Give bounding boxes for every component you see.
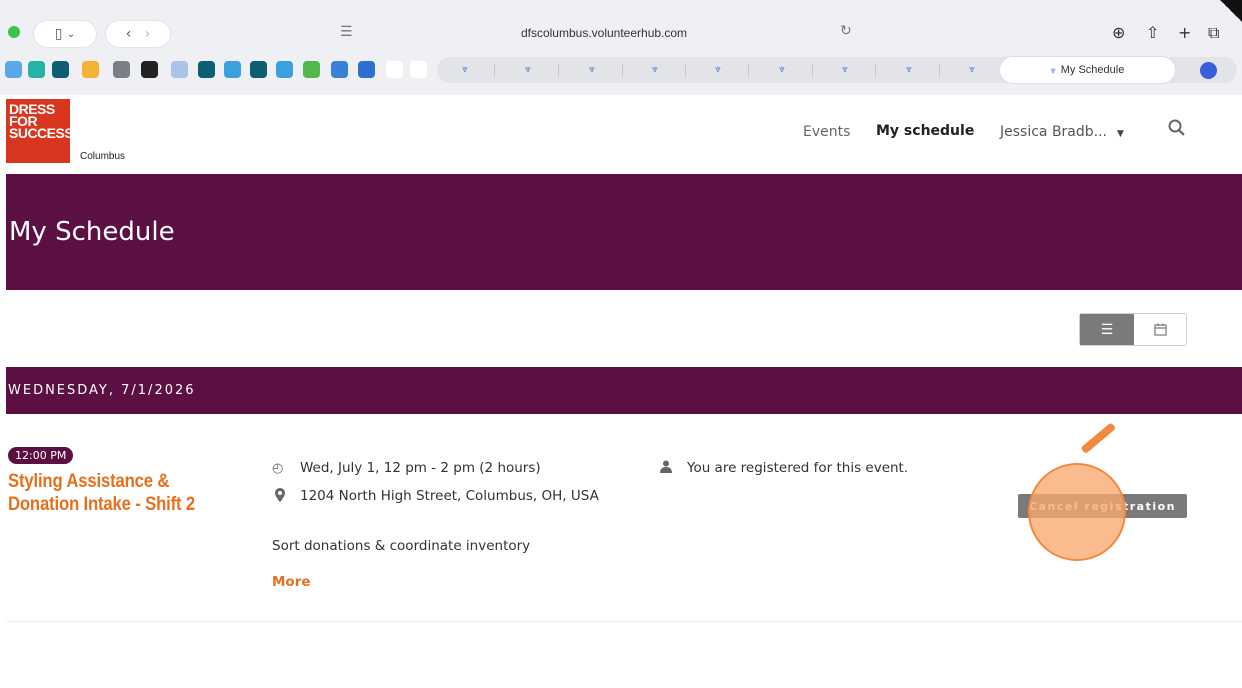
logo-line: SUCCESS (9, 125, 74, 141)
event-divider (6, 621, 1242, 622)
click-highlight (1028, 463, 1126, 561)
calendar-icon (1153, 323, 1167, 336)
share-icon[interactable]: ⇧ (1146, 23, 1159, 42)
nav-my-schedule-link[interactable]: My schedule (876, 123, 974, 139)
favorite-icon[interactable] (198, 61, 215, 78)
reload-icon[interactable]: ↻ (840, 23, 852, 39)
tab-separator (939, 64, 940, 77)
forward-icon[interactable]: › (145, 26, 151, 42)
tabs-overview-icon[interactable]: ⧉ (1208, 23, 1219, 43)
registration-status: You are registered for this event. (687, 460, 909, 476)
user-menu[interactable]: Jessica Bradb... (1000, 124, 1107, 140)
favorite-icon[interactable] (410, 61, 427, 78)
caret-down-icon[interactable]: ▼ (1117, 129, 1124, 139)
tab-separator (748, 64, 749, 77)
search-icon[interactable] (1168, 119, 1185, 141)
sidebar-icon: ▯ (54, 26, 63, 42)
favorite-icon[interactable] (52, 61, 69, 78)
back-icon[interactable]: ‹ (126, 26, 132, 42)
tab-favicon[interactable]: ⩔ (837, 64, 853, 76)
tab-active[interactable]: ⩔ My Schedule (1000, 57, 1175, 83)
browser-toolbar: ▯ ⌄ ‹ › ☰ dfscolumbus.volunteerhub.com ↻… (0, 8, 1242, 54)
browser-chrome: ▯ ⌄ ‹ › ☰ dfscolumbus.volunteerhub.com ↻… (0, 0, 1242, 95)
tab-label: My Schedule (1060, 64, 1125, 76)
favorite-icon[interactable] (171, 61, 188, 78)
favorite-icon[interactable] (303, 61, 320, 78)
tab-separator (685, 64, 686, 77)
logo-subtitle: Columbus (80, 151, 126, 162)
favorite-icon[interactable] (331, 61, 348, 78)
user-icon (660, 460, 672, 477)
favorite-icon[interactable] (113, 61, 130, 78)
event-datetime: Wed, July 1, 12 pm - 2 pm (2 hours) (300, 460, 541, 476)
favorite-icon[interactable] (141, 61, 158, 78)
tab-separator (494, 64, 495, 77)
favorite-icon[interactable] (5, 61, 22, 78)
date-heading-bar: WEDNESDAY, 7/1/2026 (6, 367, 1242, 414)
event-description: Sort donations & coordinate inventory (272, 538, 531, 554)
page-title: My Schedule (9, 217, 175, 247)
list-icon: ☰ (1100, 321, 1114, 338)
tab-separator (622, 64, 623, 77)
favorite-icon[interactable] (250, 61, 267, 78)
date-heading: WEDNESDAY, 7/1/2026 (8, 383, 196, 398)
tab-separator (812, 64, 813, 77)
favorite-icon[interactable] (276, 61, 293, 78)
url-text: dfscolumbus.volunteerhub.com (520, 26, 688, 40)
event-location: 1204 North High Street, Columbus, OH, US… (300, 488, 599, 504)
tab-favicon[interactable]: ⩔ (774, 64, 790, 76)
tab-favicon[interactable]: ⩔ (520, 64, 536, 76)
volunteerhub-icon: ⩔ (1050, 64, 1056, 75)
view-toggle: ☰ (1079, 313, 1187, 346)
event-title-link[interactable]: Styling Assistance & Donation Intake - S… (8, 470, 224, 516)
sidebar-toggle-button[interactable]: ▯ ⌄ (34, 21, 96, 47)
favorite-icon[interactable] (224, 61, 241, 78)
window-zoom-button[interactable] (8, 26, 20, 38)
favorite-icon[interactable] (358, 61, 375, 78)
page-banner: My Schedule (6, 174, 1242, 290)
tab-favicon[interactable]: ⩔ (710, 64, 726, 76)
tab-favicon[interactable]: ⩔ (457, 64, 473, 76)
chevron-down-icon: ⌄ (66, 28, 76, 40)
calendar-view-button[interactable] (1134, 314, 1186, 345)
favorite-icon[interactable] (82, 61, 99, 78)
download-icon[interactable]: ⊕ (1112, 23, 1125, 42)
favorite-icon[interactable] (28, 61, 45, 78)
history-nav: ‹ › (106, 21, 170, 47)
tab-favicon[interactable]: ⩔ (901, 64, 917, 76)
tab-separator (558, 64, 559, 77)
tab-favicon[interactable]: ⩔ (647, 64, 663, 76)
dress-for-success-logo[interactable]: DRESS FOR SUCCESS (6, 99, 74, 163)
tab-favicon[interactable]: ⩔ (584, 64, 600, 76)
site-header: DRESS FOR SUCCESS Columbus Events My sch… (0, 95, 1242, 174)
more-link[interactable]: More (272, 574, 311, 590)
tab-separator (875, 64, 876, 77)
tab-favicon[interactable]: ⩔ (964, 64, 980, 76)
map-pin-icon (275, 488, 285, 506)
favorite-icon[interactable] (1200, 62, 1217, 79)
event-time-badge: 12:00 PM (8, 447, 74, 464)
pointer-arrow-icon (1080, 422, 1117, 455)
new-tab-icon[interactable]: + (1178, 23, 1191, 42)
address-bar[interactable]: dfscolumbus.volunteerhub.com (330, 19, 878, 47)
nav-events-link[interactable]: Events (803, 124, 850, 140)
favorite-icon[interactable] (386, 61, 403, 78)
list-view-button[interactable]: ☰ (1080, 314, 1134, 345)
clock-icon: ◴ (272, 461, 284, 476)
